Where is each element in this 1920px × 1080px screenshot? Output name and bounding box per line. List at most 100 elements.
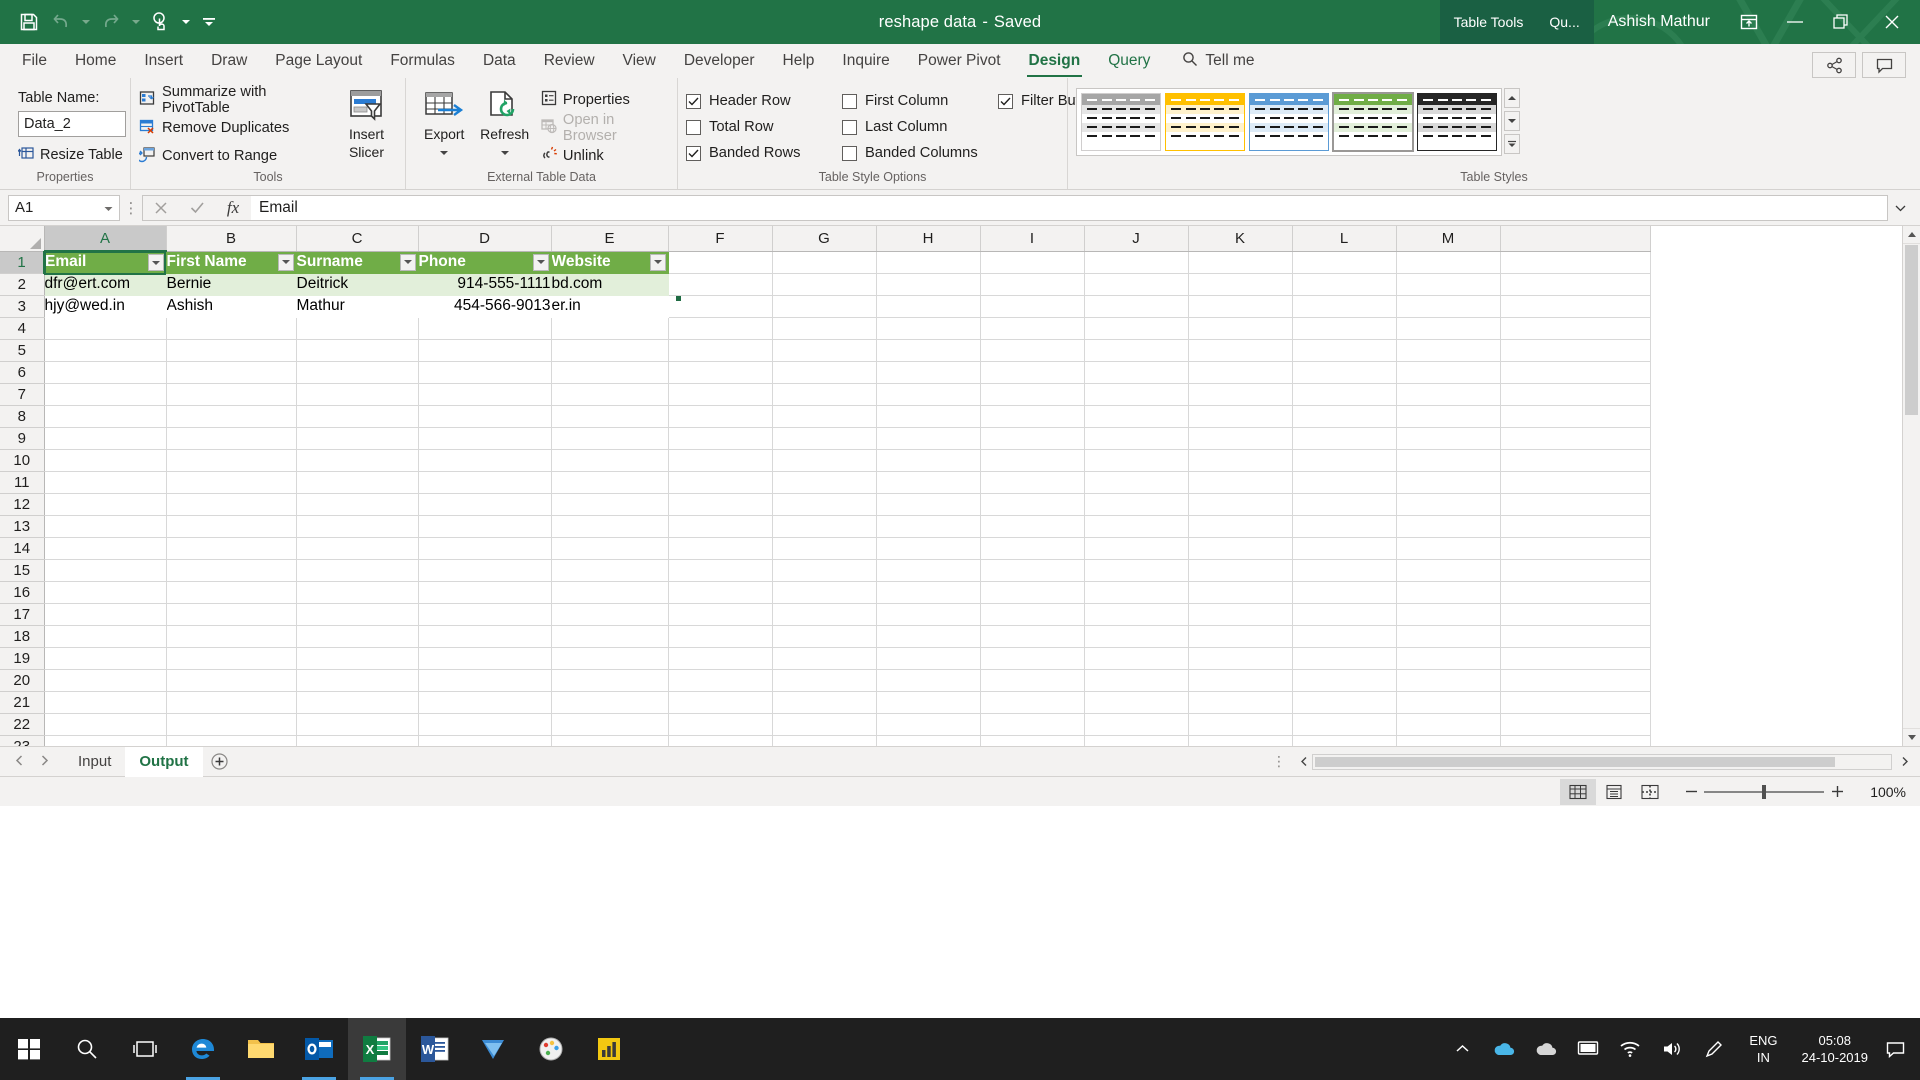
row-header-2[interactable]: 2	[0, 273, 45, 296]
close-icon[interactable]	[1864, 0, 1920, 44]
row-header-5[interactable]: 5	[0, 339, 45, 362]
cell-j8[interactable]	[1084, 405, 1189, 428]
cell-k19[interactable]	[1188, 647, 1293, 670]
cell-j2[interactable]	[1084, 273, 1189, 296]
select-all-corner[interactable]	[0, 226, 45, 252]
cell-m14[interactable]	[1396, 537, 1501, 560]
sheet-tab-input[interactable]: Input	[64, 747, 125, 777]
cell-d8[interactable]	[418, 405, 552, 428]
cell-i20[interactable]	[980, 669, 1085, 692]
cell-m5[interactable]	[1396, 339, 1501, 362]
cell-b19[interactable]	[166, 647, 297, 670]
cell-extra4[interactable]	[1500, 317, 1651, 340]
cell-f5[interactable]	[668, 339, 773, 362]
paint-icon[interactable]	[522, 1018, 580, 1080]
cell-e14[interactable]	[551, 537, 669, 560]
cell-k3[interactable]	[1188, 295, 1293, 318]
cell-a22[interactable]	[44, 713, 167, 736]
unlink-button[interactable]: Unlink	[541, 144, 669, 168]
export-dropdown-icon[interactable]	[440, 143, 449, 158]
cell-l4[interactable]	[1292, 317, 1397, 340]
language-indicator[interactable]: ENG IN	[1735, 1018, 1791, 1080]
table-styles-gallery[interactable]	[1076, 88, 1502, 156]
cell-i19[interactable]	[980, 647, 1085, 670]
cell-i16[interactable]	[980, 581, 1085, 604]
cell-d5[interactable]	[418, 339, 552, 362]
cell-k11[interactable]	[1188, 471, 1293, 494]
cell-b23[interactable]	[166, 735, 297, 746]
cell-d10[interactable]	[418, 449, 552, 472]
cell-a7[interactable]	[44, 383, 167, 406]
save-icon[interactable]	[14, 7, 44, 37]
cell-l5[interactable]	[1292, 339, 1397, 362]
cell-d7[interactable]	[418, 383, 552, 406]
convert-to-range-button[interactable]: Convert to Range	[136, 144, 336, 168]
tab-home[interactable]: Home	[61, 44, 130, 78]
cell-e11[interactable]	[551, 471, 669, 494]
cell-j20[interactable]	[1084, 669, 1189, 692]
row-header-18[interactable]: 18	[0, 625, 45, 648]
table-resize-handle[interactable]	[676, 296, 681, 301]
cell-a4[interactable]	[44, 317, 167, 340]
cell-i4[interactable]	[980, 317, 1085, 340]
column-header-c[interactable]: C	[296, 226, 419, 252]
cell-e18[interactable]	[551, 625, 669, 648]
checkbox-banded-rows[interactable]: Banded Rows	[686, 142, 836, 164]
cell-f6[interactable]	[668, 361, 773, 384]
cell-extra6[interactable]	[1500, 361, 1651, 384]
cell-b21[interactable]	[166, 691, 297, 714]
cell-c16[interactable]	[296, 581, 419, 604]
cell-e19[interactable]	[551, 647, 669, 670]
cell-c8[interactable]	[296, 405, 419, 428]
cell-j22[interactable]	[1084, 713, 1189, 736]
cell-i5[interactable]	[980, 339, 1085, 362]
cell-k1[interactable]	[1188, 251, 1293, 274]
cell-k6[interactable]	[1188, 361, 1293, 384]
cell-d16[interactable]	[418, 581, 552, 604]
cell-g10[interactable]	[772, 449, 877, 472]
cell-l2[interactable]	[1292, 273, 1397, 296]
cell-c11[interactable]	[296, 471, 419, 494]
sheet-bar-grip[interactable]: ⋮	[1262, 753, 1296, 770]
cell-d18[interactable]	[418, 625, 552, 648]
cell-h11[interactable]	[876, 471, 981, 494]
cell-extra15[interactable]	[1500, 559, 1651, 582]
cell-f18[interactable]	[668, 625, 773, 648]
cell-h7[interactable]	[876, 383, 981, 406]
cell-j13[interactable]	[1084, 515, 1189, 538]
cell-l14[interactable]	[1292, 537, 1397, 560]
cell-i2[interactable]	[980, 273, 1085, 296]
cell-l11[interactable]	[1292, 471, 1397, 494]
customize-qat-icon[interactable]	[196, 7, 222, 37]
cell-b5[interactable]	[166, 339, 297, 362]
zoom-slider-handle[interactable]	[1762, 784, 1766, 799]
undo-icon[interactable]	[46, 7, 76, 37]
outlook-icon[interactable]	[290, 1018, 348, 1080]
cell-d6[interactable]	[418, 361, 552, 384]
insert-slicer-button[interactable]: Insert Slicer	[336, 84, 397, 160]
tab-insert[interactable]: Insert	[130, 44, 197, 78]
cell-f10[interactable]	[668, 449, 773, 472]
filter-button-phone[interactable]	[532, 253, 549, 271]
cell-i10[interactable]	[980, 449, 1085, 472]
page-layout-view-icon[interactable]	[1596, 779, 1632, 805]
cell-j7[interactable]	[1084, 383, 1189, 406]
cell-a23[interactable]	[44, 735, 167, 746]
row-header-13[interactable]: 13	[0, 515, 45, 538]
cell-g15[interactable]	[772, 559, 877, 582]
cell-j16[interactable]	[1084, 581, 1189, 604]
cell-g13[interactable]	[772, 515, 877, 538]
cell-f7[interactable]	[668, 383, 773, 406]
cell-extra12[interactable]	[1500, 493, 1651, 516]
cell-c4[interactable]	[296, 317, 419, 340]
cell-k8[interactable]	[1188, 405, 1293, 428]
row-header-20[interactable]: 20	[0, 669, 45, 692]
cell-extra2[interactable]	[1500, 273, 1651, 296]
checkbox-banded-columns[interactable]: Banded Columns	[842, 142, 992, 164]
table-style-thumbnail[interactable]	[1165, 93, 1245, 151]
cell-k7[interactable]	[1188, 383, 1293, 406]
tab-query[interactable]: Query	[1094, 44, 1164, 78]
cancel-icon[interactable]	[143, 195, 179, 221]
cell-j3[interactable]	[1084, 295, 1189, 318]
vertical-scrollbar-thumb[interactable]	[1905, 245, 1918, 415]
